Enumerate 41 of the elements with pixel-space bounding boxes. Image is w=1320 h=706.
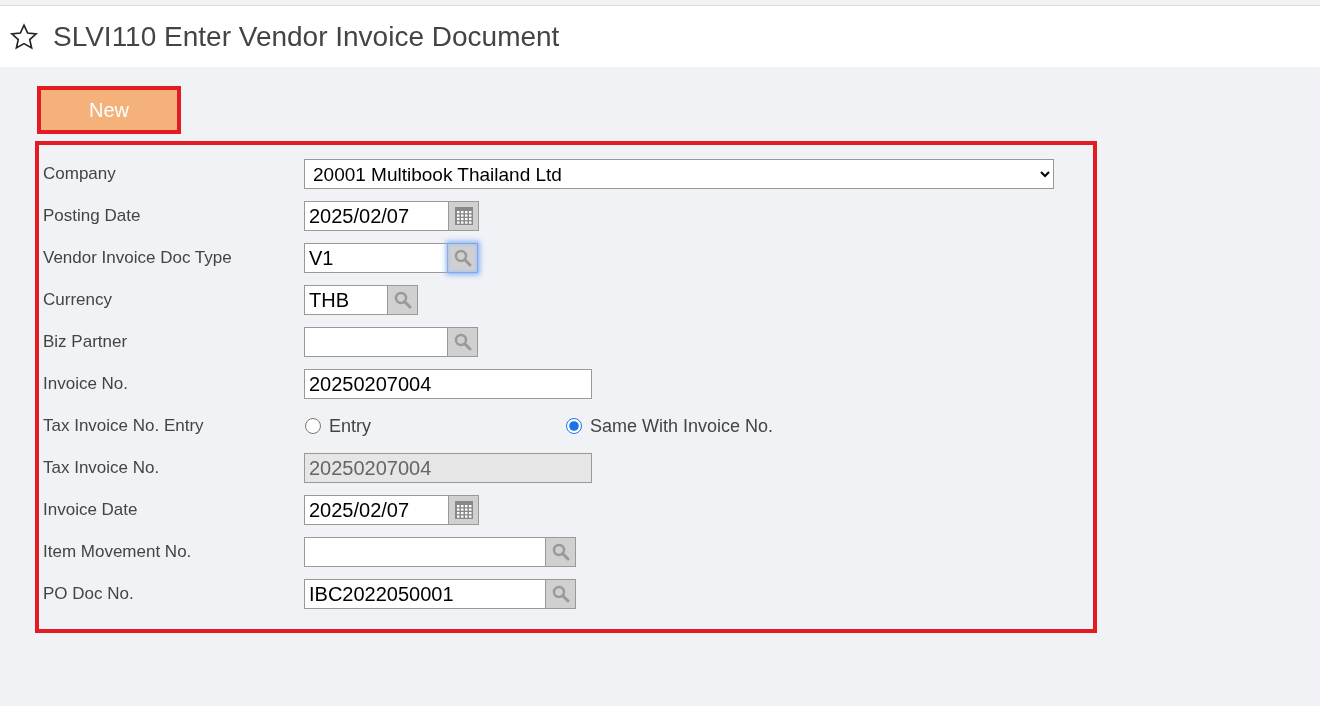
calendar-icon (453, 206, 474, 226)
search-button[interactable] (448, 327, 478, 357)
date-field[interactable]: 2025/02/07 (304, 201, 449, 231)
search-icon (551, 543, 570, 561)
field-label: PO Doc No. (42, 584, 135, 604)
search-button[interactable] (546, 579, 576, 609)
search-button[interactable] (388, 285, 418, 315)
search-button[interactable] (546, 537, 576, 567)
calendar-button[interactable] (449, 495, 479, 525)
page-title: SLVI110 Enter Vendor Invoice Document (53, 20, 560, 53)
radio-button[interactable] (566, 418, 582, 434)
lookup-field[interactable]: THB (304, 285, 388, 315)
search-icon (393, 291, 412, 309)
field-label: Biz Partner (42, 332, 129, 352)
calendar-button[interactable] (449, 201, 479, 231)
lookup-field[interactable] (304, 327, 448, 357)
field-label: Company (42, 164, 117, 184)
text-field[interactable]: 20250207004 (304, 369, 592, 399)
field-label: Item Movement No. (42, 542, 193, 562)
radio-option[interactable]: Same With Invoice No. (565, 415, 826, 437)
lookup-field[interactable]: V1 (304, 243, 448, 273)
field-label: Invoice Date (42, 500, 139, 520)
star-icon[interactable] (9, 21, 39, 52)
date-field[interactable]: 2025/02/07 (304, 495, 449, 525)
field-label: Tax Invoice No. Entry (42, 416, 205, 436)
field-label: Invoice No. (42, 374, 130, 394)
lookup-field[interactable]: IBC2022050001 (304, 579, 546, 609)
radio-button[interactable] (305, 418, 321, 434)
radio-option[interactable]: Entry (304, 415, 565, 437)
search-button[interactable] (448, 243, 478, 273)
lookup-field[interactable] (304, 537, 546, 567)
search-icon (453, 333, 472, 351)
search-icon (453, 249, 472, 267)
disabled-field: 20250207004 (304, 453, 592, 483)
field-label: Posting Date (42, 206, 142, 226)
company-select[interactable]: 20001 Multibook Thailand Ltd (304, 159, 1054, 189)
field-label: Currency (42, 290, 113, 310)
calendar-icon (453, 500, 474, 520)
field-label: Tax Invoice No. (42, 458, 161, 478)
field-label: Vendor Invoice Doc Type (42, 248, 233, 268)
search-icon (551, 585, 570, 603)
